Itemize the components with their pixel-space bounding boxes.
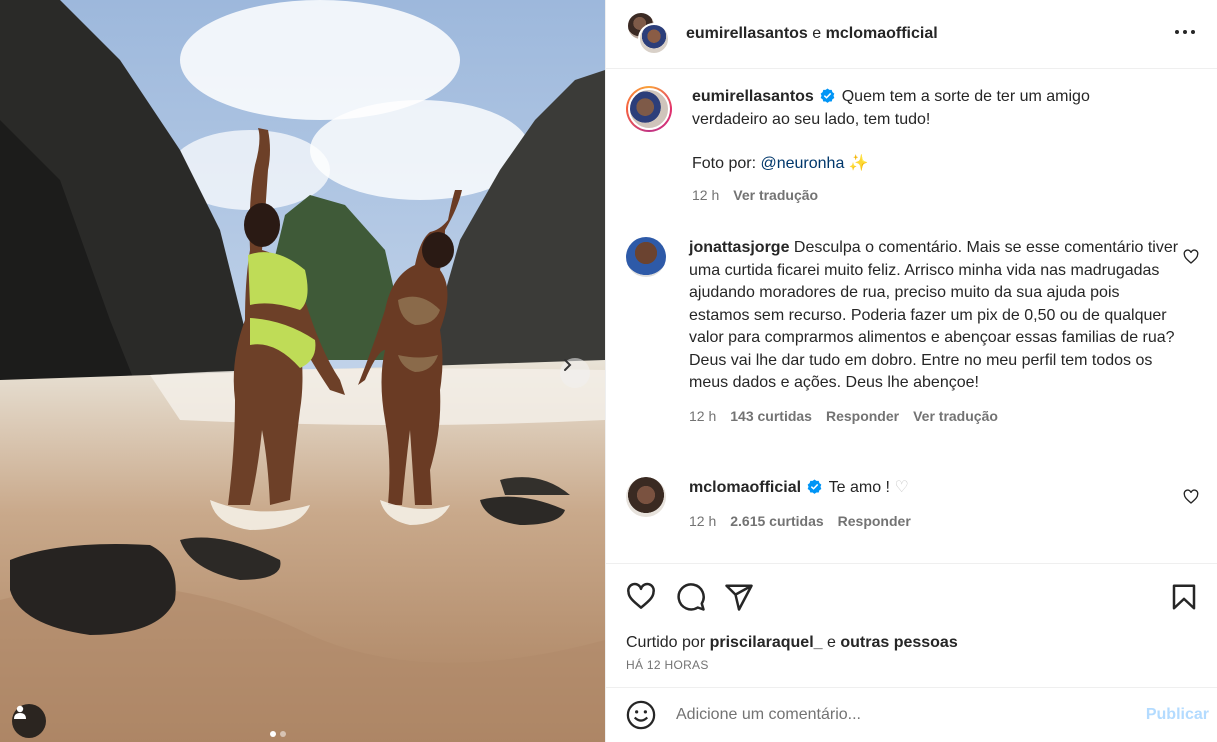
- post-timestamp[interactable]: HÁ 12 HORAS: [626, 658, 709, 672]
- credit-mention-link[interactable]: @neuronha: [760, 155, 844, 172]
- save-bookmark-icon[interactable]: [1169, 582, 1199, 612]
- comment-likes[interactable]: 2.615 curtidas: [730, 510, 823, 533]
- comments-section: eumirellasantos Quem tem a sorte de ter …: [606, 70, 1217, 562]
- translate-link[interactable]: Ver tradução: [913, 405, 998, 428]
- caption-credit: Foto por: @neuronha ✨: [692, 153, 1132, 176]
- post-photo[interactable]: [0, 0, 605, 742]
- reply-button[interactable]: Responder: [826, 405, 899, 428]
- chevron-right-icon: [564, 359, 572, 371]
- add-comment-bar: Publicar: [606, 687, 1217, 742]
- comment-body: jonattasjorge Desculpa o comentário. Mai…: [689, 237, 1179, 427]
- post-header-title: eumirellasantos e mclomaofficial: [686, 25, 938, 43]
- credit-prefix: Foto por:: [692, 155, 761, 172]
- white-heart-emoji: ♡: [894, 479, 909, 496]
- collab-avatars[interactable]: [626, 11, 672, 57]
- liked-by-others-link[interactable]: outras pessoas: [840, 634, 957, 651]
- share-send-icon[interactable]: [724, 582, 754, 612]
- liked-by-middle: e: [822, 634, 841, 651]
- comment-message: Te amo !: [828, 479, 895, 496]
- comment-item: jonattasjorge Desculpa o comentário. Mai…: [626, 237, 1199, 427]
- like-comment-heart-icon[interactable]: [1183, 489, 1199, 505]
- header-username-1[interactable]: eumirellasantos: [686, 25, 808, 42]
- next-photo-button[interactable]: [560, 358, 590, 388]
- carousel-dots: [270, 731, 286, 737]
- caption-translate-link[interactable]: Ver tradução: [733, 184, 818, 207]
- sparkle-emoji: ✨: [848, 155, 869, 172]
- post-actions: Curtido por priscilaraquel_ e outras pes…: [606, 563, 1217, 687]
- comment-likes[interactable]: 143 curtidas: [730, 405, 812, 428]
- reply-button[interactable]: Responder: [838, 510, 911, 533]
- post-dialog: eumirellasantos e mclomaofficial eumirel…: [0, 0, 1217, 742]
- comment-meta: 12 h 143 curtidas Responder Ver tradução: [689, 405, 1179, 428]
- post-header: eumirellasantos e mclomaofficial: [606, 0, 1217, 69]
- caption: eumirellasantos Quem tem a sorte de ter …: [626, 86, 1199, 206]
- comment-username[interactable]: mclomaofficial: [689, 479, 801, 496]
- tagged-users-button[interactable]: [12, 704, 46, 738]
- avatar: [638, 23, 670, 55]
- like-comment-heart-icon[interactable]: [1183, 249, 1199, 265]
- carousel-dot: [280, 731, 286, 737]
- comment-username[interactable]: jonattasjorge: [689, 239, 789, 256]
- emoji-icon[interactable]: [626, 700, 656, 730]
- user-icon: [14, 705, 26, 719]
- liked-by-user-link[interactable]: priscilaraquel_: [710, 634, 823, 651]
- more-options-button[interactable]: [1173, 20, 1197, 44]
- comment-time[interactable]: 12 h: [689, 510, 716, 533]
- verified-badge-icon: [808, 479, 822, 494]
- like-heart-icon[interactable]: [626, 582, 656, 612]
- caption-body: eumirellasantos Quem tem a sorte de ter …: [692, 86, 1132, 206]
- beach-photo-illustration: [0, 0, 605, 742]
- publish-button[interactable]: Publicar: [1146, 706, 1209, 724]
- avatar[interactable]: [626, 477, 666, 517]
- comment-meta: 12 h 2.615 curtidas Responder: [689, 510, 1179, 533]
- caption-text: eumirellasantos Quem tem a sorte de ter …: [692, 86, 1132, 131]
- owner-avatar[interactable]: [626, 86, 672, 132]
- comment-item: mclomaofficial Te amo ! ♡ 12 h 2.615 cur…: [626, 477, 1199, 532]
- more-horizontal-icon: [1175, 30, 1195, 34]
- caption-username[interactable]: eumirellasantos: [692, 88, 814, 105]
- comment-time[interactable]: 12 h: [689, 405, 716, 428]
- header-separator: e: [807, 25, 826, 42]
- comment-input[interactable]: [676, 706, 1116, 724]
- liked-by-text: Curtido por priscilaraquel_ e outras pes…: [626, 634, 958, 652]
- header-username-2[interactable]: mclomaofficial: [826, 25, 938, 42]
- avatar[interactable]: [626, 237, 666, 277]
- verified-badge-icon: [820, 88, 835, 103]
- caption-time[interactable]: 12 h: [692, 184, 719, 207]
- carousel-dot-active: [270, 731, 276, 737]
- caption-meta: 12 h Ver tradução: [692, 184, 1132, 207]
- comment-bubble-icon[interactable]: [676, 582, 706, 612]
- comment-message: Desculpa o comentário. Mais se esse come…: [689, 239, 1179, 391]
- post-side-panel: eumirellasantos e mclomaofficial eumirel…: [605, 0, 1217, 742]
- comment-body: mclomaofficial Te amo ! ♡ 12 h 2.615 cur…: [689, 477, 1179, 532]
- comment-text: mclomaofficial Te amo ! ♡: [689, 477, 1179, 500]
- comment-text: jonattasjorge Desculpa o comentário. Mai…: [689, 237, 1179, 395]
- liked-by-prefix: Curtido por: [626, 634, 710, 651]
